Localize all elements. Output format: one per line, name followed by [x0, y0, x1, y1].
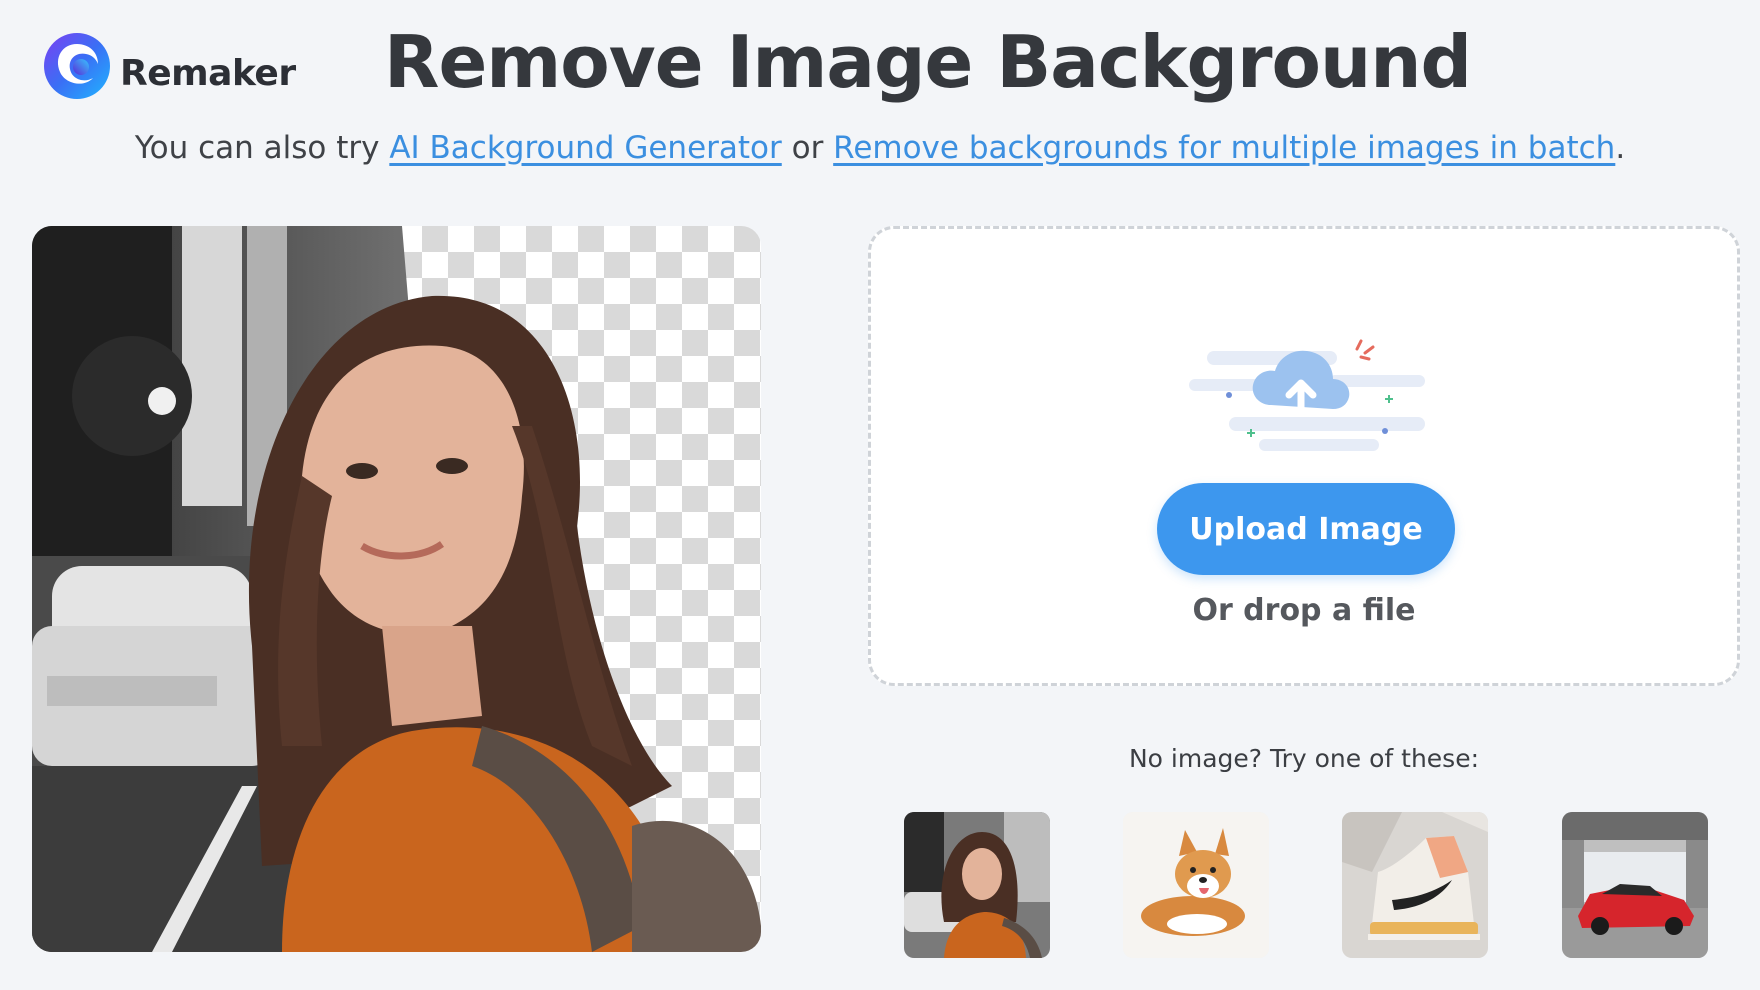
subtitle-prefix: You can also try [134, 130, 390, 166]
sample-sneaker-thumbnail[interactable] [1342, 812, 1488, 958]
ai-background-generator-link[interactable]: AI Background Generator [389, 130, 781, 166]
subtitle-suffix: . [1615, 130, 1626, 166]
corgi-dog-photo [1123, 812, 1269, 958]
upload-image-button[interactable]: Upload Image [1157, 483, 1455, 575]
subtitle-middle: or [781, 130, 834, 166]
sample-woman-thumbnail[interactable] [904, 812, 1050, 958]
sample-dog-thumbnail[interactable] [1123, 812, 1269, 958]
page-title: Remove Image Background [384, 20, 1472, 104]
subtitle: You can also try AI Background Generator… [0, 130, 1760, 166]
remaker-swirl-logo [44, 33, 110, 99]
samples-label: No image? Try one of these: [1128, 744, 1479, 773]
page: Remaker Remove Image Background You can … [0, 0, 1760, 990]
batch-remove-link[interactable]: Remove backgrounds for multiple images i… [833, 130, 1615, 166]
drop-file-hint: Or drop a file [1192, 593, 1416, 628]
brand-name: Remaker [120, 52, 296, 94]
red-car-photo [1562, 812, 1708, 958]
hero-demo-image [32, 226, 761, 952]
upload-dropzone[interactable]: Upload Image Or drop a file [868, 226, 1740, 686]
woman-with-backpack-photo [904, 812, 1050, 958]
brand-logo[interactable]: Remaker [40, 26, 296, 100]
sneaker-photo [1342, 812, 1488, 958]
sample-car-thumbnail[interactable] [1562, 812, 1708, 958]
cloud-upload-icon [1189, 339, 1425, 451]
hero-illustration [32, 226, 761, 952]
sample-images [904, 812, 1708, 958]
